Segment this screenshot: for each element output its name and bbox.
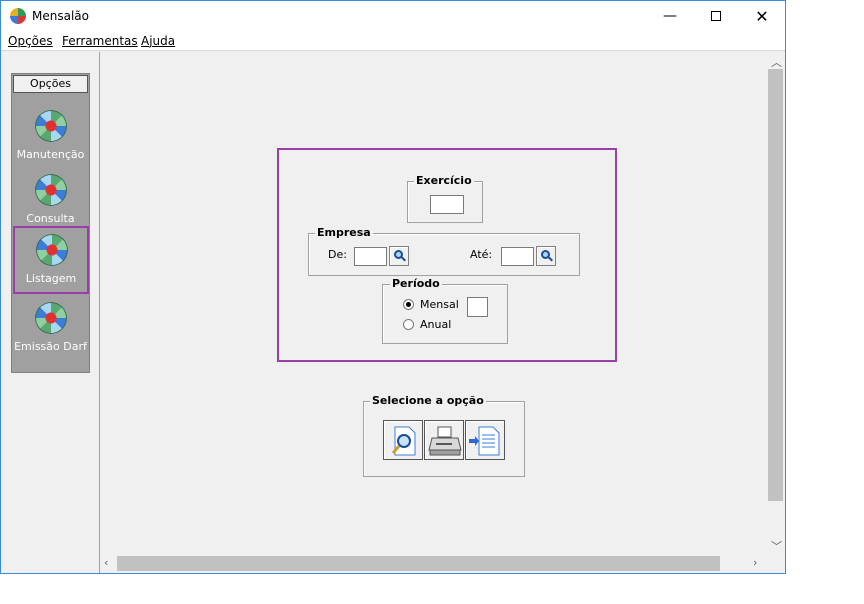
empresa-de-input[interactable] (354, 247, 387, 266)
horizontal-scrollbar[interactable]: ‹ › (100, 555, 767, 572)
menu-bar: Opções Ferramentas Ajuda (1, 31, 785, 51)
preview-icon (391, 426, 416, 456)
printer-icon (428, 426, 462, 456)
preview-button[interactable] (383, 420, 423, 460)
sidebar-item-consulta[interactable]: Consulta (14, 168, 87, 232)
sidebar-item-emissao-darf[interactable]: Emissão Darf (14, 296, 87, 360)
sidebar-item-label: Emissão Darf (14, 340, 87, 353)
maximize-icon (711, 11, 721, 21)
globe-icon (36, 234, 68, 266)
periodo-group: Período Mensal Anual (382, 277, 508, 344)
empresa-group: Empresa De: Até: (308, 226, 580, 276)
empresa-ate-lookup-button[interactable] (536, 246, 556, 266)
empresa-de-lookup-button[interactable] (389, 246, 409, 266)
mensal-month-input[interactable] (467, 297, 488, 317)
actions-title: Selecione a opção (370, 394, 486, 407)
vertical-scroll-thumb[interactable] (768, 69, 783, 501)
minimize-button[interactable]: — (647, 1, 693, 31)
sidebar-item-label: Consulta (26, 212, 75, 225)
sidebar-item-listagem[interactable]: Listagem (13, 226, 89, 294)
exercicio-group: Exercício (407, 174, 483, 223)
close-button[interactable]: ✕ (739, 1, 785, 31)
options-toolbox: Opções Manutenção Consulta Listagem Emis… (11, 73, 90, 373)
app-icon (10, 8, 26, 24)
mensal-label: Mensal (420, 298, 459, 311)
minimize-icon: — (663, 8, 677, 24)
scroll-down-icon[interactable]: ﹀ (771, 538, 782, 554)
empresa-title: Empresa (315, 226, 373, 239)
radio-anual[interactable] (403, 319, 414, 330)
radio-mensal[interactable] (403, 299, 414, 310)
sidebar-item-manutencao[interactable]: Manutenção (14, 104, 87, 168)
scrollbar-corner (767, 555, 784, 572)
globe-icon (35, 174, 67, 206)
sidebar-item-label: Listagem (25, 272, 77, 285)
left-pane: Opções Manutenção Consulta Listagem Emis… (1, 52, 100, 573)
window-title: Mensalão (32, 9, 89, 23)
scroll-right-icon[interactable]: › (753, 556, 757, 569)
maximize-button[interactable] (693, 1, 739, 31)
anual-label: Anual (420, 318, 452, 331)
horizontal-scroll-thumb[interactable] (117, 556, 720, 571)
toolbox-header[interactable]: Opções (13, 75, 88, 93)
sidebar-item-label: Manutenção (16, 148, 85, 161)
globe-icon (35, 110, 67, 142)
print-button[interactable] (424, 420, 464, 460)
scroll-left-icon[interactable]: ‹ (104, 556, 108, 569)
scroll-up-icon[interactable]: ︿ (771, 54, 782, 70)
menu-opcoes[interactable]: Opções (8, 34, 53, 48)
menu-ajuda[interactable]: Ajuda (141, 34, 175, 48)
de-label: De: (328, 248, 347, 261)
export-icon (469, 426, 500, 456)
export-button[interactable] (465, 420, 505, 460)
exercicio-title: Exercício (414, 174, 474, 187)
exercicio-input[interactable] (430, 195, 464, 214)
globe-icon (35, 302, 67, 334)
vertical-scrollbar[interactable]: ︿ ﹀ (767, 51, 784, 555)
periodo-title: Período (390, 277, 442, 290)
ate-label: Até: (470, 248, 493, 261)
empresa-ate-input[interactable] (501, 247, 534, 266)
title-bar: Mensalão — ✕ (1, 1, 785, 31)
menu-ferramentas[interactable]: Ferramentas (62, 34, 138, 48)
close-icon: ✕ (755, 6, 769, 26)
